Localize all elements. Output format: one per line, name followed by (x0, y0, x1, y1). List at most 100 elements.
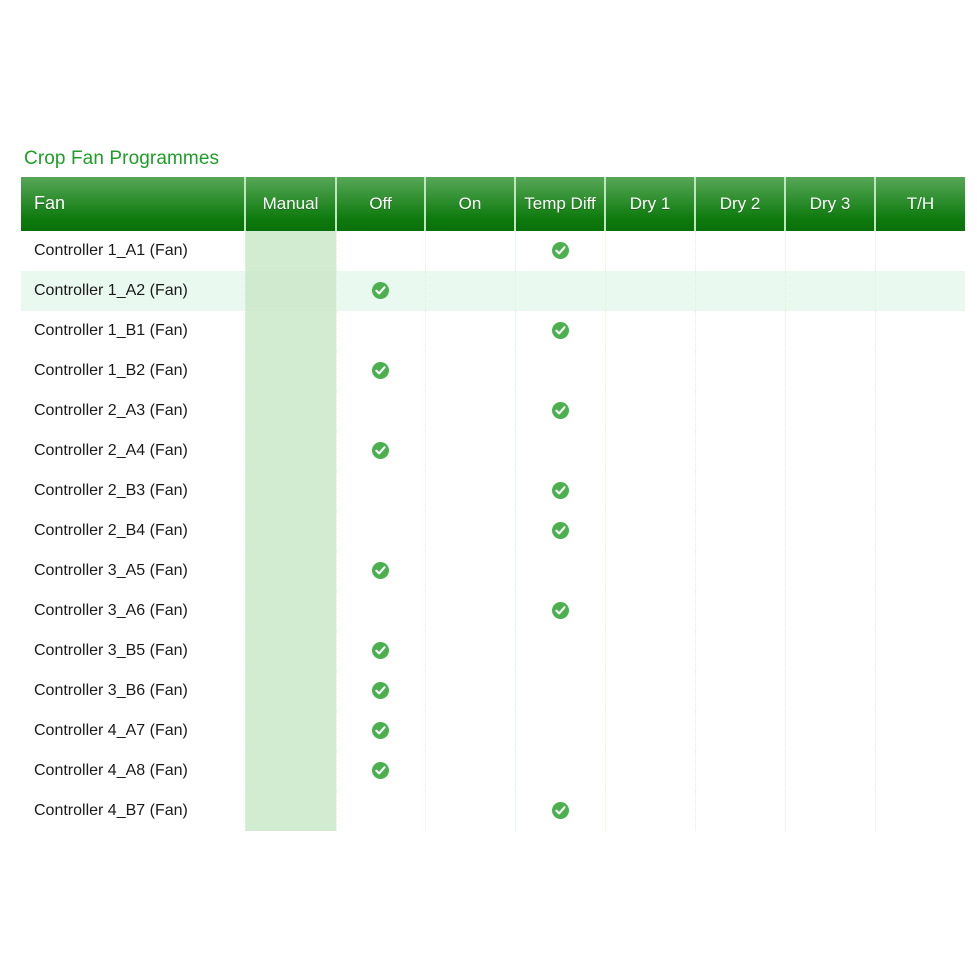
cell-dry2[interactable] (695, 711, 786, 751)
check-circle-icon[interactable] (551, 242, 569, 260)
cell-tempdiff[interactable] (515, 511, 606, 551)
cell-dry3[interactable] (785, 751, 876, 791)
cell-manual[interactable] (245, 231, 337, 271)
column-header-th[interactable]: T/H (875, 177, 965, 231)
check-circle-icon[interactable] (551, 802, 569, 820)
cell-th[interactable] (875, 231, 965, 271)
cell-off[interactable] (336, 591, 426, 631)
table-row[interactable]: Controller 1_B1 (Fan) (21, 311, 965, 351)
cell-tempdiff[interactable] (515, 431, 606, 471)
cell-tempdiff[interactable] (515, 711, 606, 751)
cell-th[interactable] (875, 391, 965, 431)
cell-on[interactable] (425, 511, 516, 551)
cell-dry1[interactable] (605, 391, 696, 431)
column-header-tempdiff[interactable]: Temp Diff (515, 177, 606, 231)
cell-dry3[interactable] (785, 671, 876, 711)
cell-tempdiff[interactable] (515, 671, 606, 711)
cell-tempdiff[interactable] (515, 311, 606, 351)
cell-off[interactable] (336, 391, 426, 431)
check-circle-icon[interactable] (551, 522, 569, 540)
cell-dry1[interactable] (605, 791, 696, 831)
cell-dry2[interactable] (695, 631, 786, 671)
cell-tempdiff[interactable] (515, 391, 606, 431)
cell-dry1[interactable] (605, 231, 696, 271)
cell-dry1[interactable] (605, 311, 696, 351)
check-circle-icon[interactable] (372, 362, 389, 380)
cell-off[interactable] (336, 351, 426, 391)
table-row[interactable]: Controller 3_A5 (Fan) (21, 551, 965, 591)
cell-on[interactable] (425, 711, 516, 751)
cell-dry3[interactable] (785, 791, 876, 831)
cell-dry2[interactable] (695, 351, 786, 391)
cell-manual[interactable] (245, 351, 337, 391)
cell-dry1[interactable] (605, 551, 696, 591)
cell-manual[interactable] (245, 671, 337, 711)
cell-manual[interactable] (245, 271, 337, 311)
cell-dry1[interactable] (605, 431, 696, 471)
cell-th[interactable] (875, 591, 965, 631)
cell-dry3[interactable] (785, 511, 876, 551)
table-row[interactable]: Controller 4_A8 (Fan) (21, 751, 965, 791)
cell-dry1[interactable] (605, 711, 696, 751)
cell-th[interactable] (875, 471, 965, 511)
column-header-dry2[interactable]: Dry 2 (695, 177, 786, 231)
check-circle-icon[interactable] (372, 442, 389, 460)
cell-dry3[interactable] (785, 551, 876, 591)
cell-dry3[interactable] (785, 471, 876, 511)
check-circle-icon[interactable] (551, 402, 569, 420)
table-row[interactable]: Controller 3_B6 (Fan) (21, 671, 965, 711)
cell-dry2[interactable] (695, 511, 786, 551)
cell-manual[interactable] (245, 711, 337, 751)
cell-tempdiff[interactable] (515, 591, 606, 631)
cell-manual[interactable] (245, 391, 337, 431)
cell-tempdiff[interactable] (515, 551, 606, 591)
table-row[interactable]: Controller 3_B5 (Fan) (21, 631, 965, 671)
cell-on[interactable] (425, 551, 516, 591)
cell-manual[interactable] (245, 511, 337, 551)
cell-th[interactable] (875, 791, 965, 831)
cell-on[interactable] (425, 431, 516, 471)
cell-on[interactable] (425, 471, 516, 511)
cell-off[interactable] (336, 511, 426, 551)
table-row[interactable]: Controller 1_A1 (Fan) (21, 231, 965, 271)
cell-manual[interactable] (245, 631, 337, 671)
cell-dry1[interactable] (605, 751, 696, 791)
cell-th[interactable] (875, 271, 965, 311)
cell-dry2[interactable] (695, 551, 786, 591)
cell-on[interactable] (425, 391, 516, 431)
cell-off[interactable] (336, 791, 426, 831)
table-row[interactable]: Controller 2_B3 (Fan) (21, 471, 965, 511)
cell-dry3[interactable] (785, 631, 876, 671)
table-row[interactable]: Controller 2_A3 (Fan) (21, 391, 965, 431)
cell-on[interactable] (425, 671, 516, 711)
cell-dry1[interactable] (605, 631, 696, 671)
table-row[interactable]: Controller 2_B4 (Fan) (21, 511, 965, 551)
cell-off[interactable] (336, 471, 426, 511)
cell-on[interactable] (425, 351, 516, 391)
column-header-on[interactable]: On (425, 177, 516, 231)
cell-on[interactable] (425, 631, 516, 671)
check-circle-icon[interactable] (372, 682, 389, 700)
cell-th[interactable] (875, 351, 965, 391)
cell-tempdiff[interactable] (515, 751, 606, 791)
cell-off[interactable] (336, 551, 426, 591)
cell-off[interactable] (336, 431, 426, 471)
cell-manual[interactable] (245, 791, 337, 831)
table-row[interactable]: Controller 2_A4 (Fan) (21, 431, 965, 471)
cell-dry2[interactable] (695, 231, 786, 271)
cell-tempdiff[interactable] (515, 471, 606, 511)
cell-tempdiff[interactable] (515, 351, 606, 391)
cell-dry3[interactable] (785, 351, 876, 391)
cell-on[interactable] (425, 791, 516, 831)
check-circle-icon[interactable] (551, 602, 569, 620)
cell-dry3[interactable] (785, 591, 876, 631)
cell-manual[interactable] (245, 751, 337, 791)
cell-th[interactable] (875, 511, 965, 551)
cell-dry2[interactable] (695, 591, 786, 631)
cell-manual[interactable] (245, 551, 337, 591)
cell-tempdiff[interactable] (515, 231, 606, 271)
cell-th[interactable] (875, 631, 965, 671)
table-row[interactable]: Controller 4_B7 (Fan) (21, 791, 965, 831)
cell-on[interactable] (425, 231, 516, 271)
cell-off[interactable] (336, 631, 426, 671)
